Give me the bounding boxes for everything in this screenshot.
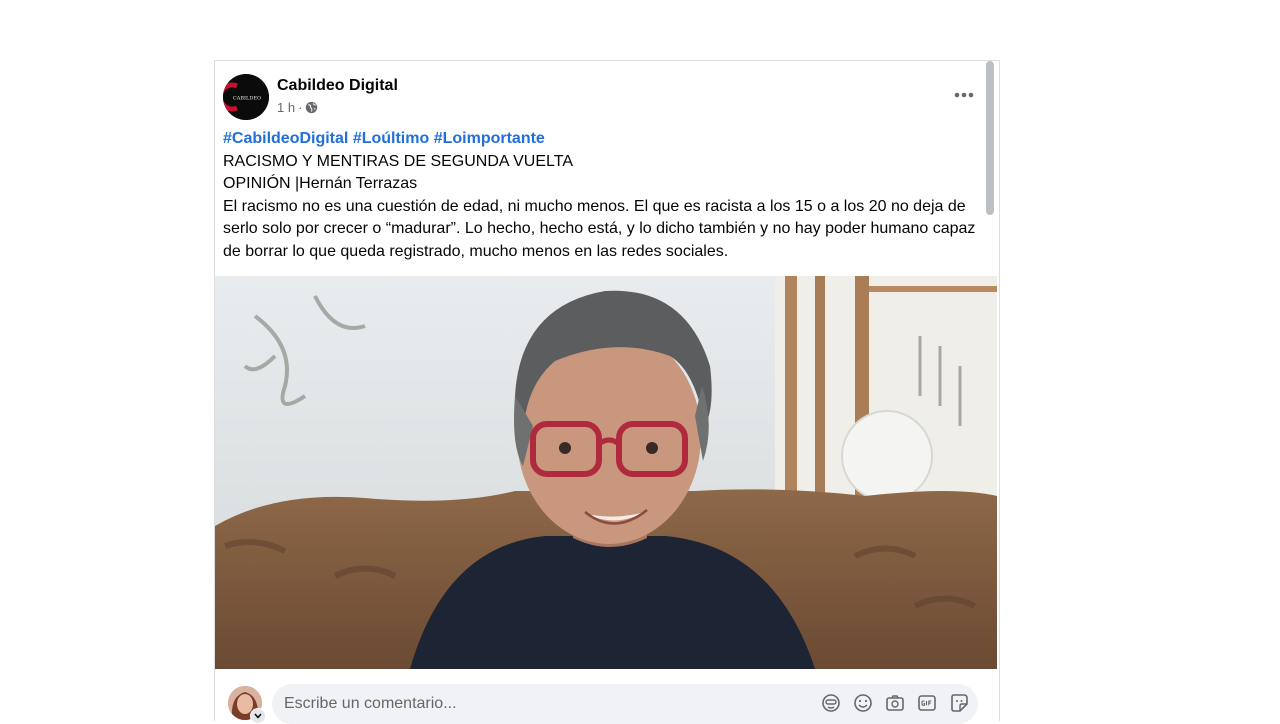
sticker-icon[interactable] — [948, 692, 970, 714]
post-body: El racismo no es una cuestión de edad, n… — [223, 197, 976, 260]
post-headline: RACISMO Y MENTIRAS DE SEGUNDA VUELTA — [223, 152, 573, 170]
scrollbar[interactable] — [983, 61, 997, 721]
hashtag-link[interactable]: #Loimportante — [434, 130, 545, 147]
post-card: CABILDEO Cabildeo Digital 1 h · #Cabilde… — [214, 60, 1000, 721]
more-horizontal-icon — [954, 92, 974, 98]
hashtag-link[interactable]: #CabildeoDigital — [223, 130, 348, 147]
comment-tools — [820, 692, 970, 714]
account-switch-badge[interactable] — [250, 708, 266, 724]
page-name[interactable]: Cabildeo Digital — [277, 77, 398, 95]
camera-icon[interactable] — [884, 692, 906, 714]
post-time[interactable]: 1 h — [277, 100, 295, 115]
page-avatar[interactable]: CABILDEO — [223, 74, 269, 120]
chevron-down-icon — [254, 713, 262, 719]
hashtag-link[interactable]: #Loúltimo — [353, 130, 429, 147]
globe-icon[interactable] — [305, 101, 318, 114]
gif-icon[interactable] — [916, 692, 938, 714]
portrait-photo — [215, 276, 997, 669]
post-meta: 1 h · — [277, 100, 318, 115]
cabildeo-logo-icon: CABILDEO — [223, 74, 269, 120]
emoji-icon[interactable] — [852, 692, 874, 714]
more-options-button[interactable] — [948, 79, 980, 111]
logo-text: CABILDEO — [233, 96, 261, 102]
scrollbar-thumb[interactable] — [986, 61, 994, 215]
avatar-sticker-icon[interactable] — [820, 692, 842, 714]
meta-separator: · — [298, 100, 303, 115]
post-photo[interactable] — [215, 276, 997, 669]
post-byline: OPINIÓN |Hernán Terrazas — [223, 175, 418, 193]
comment-bar — [214, 684, 998, 724]
post-text: #CabildeoDigital #Loúltimo #Loimportante… — [223, 128, 983, 264]
hashtag-line: #CabildeoDigital #Loúltimo #Loimportante — [223, 128, 983, 151]
